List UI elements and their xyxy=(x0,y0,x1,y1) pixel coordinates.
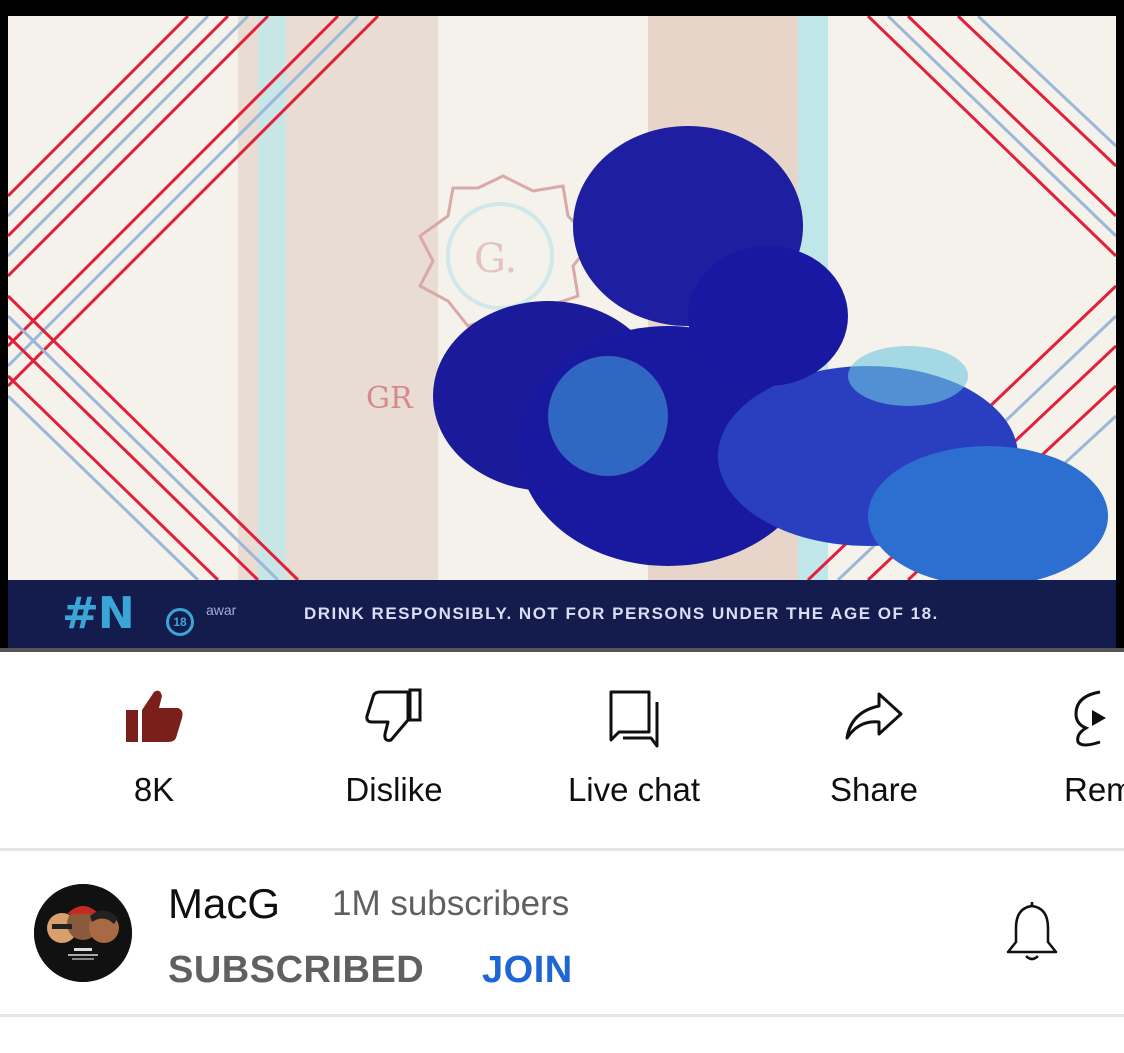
banner-hashtag: #N xyxy=(62,588,135,639)
share-label: Share xyxy=(829,771,919,808)
svg-text:GR: GR xyxy=(366,381,414,416)
section-divider xyxy=(0,848,1124,851)
share-arrow-icon xyxy=(843,688,905,749)
remix-label: Rem xyxy=(1064,771,1124,808)
video-thumbnail-image: G. GR xyxy=(8,16,1116,580)
share-button[interactable]: Share xyxy=(774,652,974,848)
thumbs-up-filled-icon xyxy=(124,688,184,749)
thumbs-down-icon xyxy=(364,688,424,749)
avatar-image xyxy=(34,884,132,982)
live-chat-button[interactable]: Live chat xyxy=(534,652,734,848)
join-button[interactable]: JOIN xyxy=(482,948,573,992)
remix-icon xyxy=(1070,688,1110,755)
banner-disclaimer: DRINK RESPONSIBLY. NOT FOR PERSONS UNDER… xyxy=(304,604,939,623)
live-chat-label: Live chat xyxy=(567,771,701,808)
svg-text:G.: G. xyxy=(474,236,517,282)
chat-icon xyxy=(607,688,661,755)
dislike-button[interactable]: Dislike xyxy=(294,652,494,848)
remix-button[interactable]: Rem xyxy=(1014,652,1124,848)
like-count: 8K xyxy=(133,771,175,808)
channel-avatar[interactable] xyxy=(34,884,132,982)
advertising-banner: #N 18 awar DRINK RESPONSIBLY. NOT FOR PE… xyxy=(8,580,1116,648)
subscriber-count: 1M subscribers xyxy=(332,884,570,923)
age-18-badge: 18 xyxy=(166,608,194,636)
section-divider-bottom xyxy=(0,1014,1124,1017)
banner-aware-text: awar xyxy=(206,602,237,618)
dislike-label: Dislike xyxy=(345,771,443,808)
notification-bell-button[interactable] xyxy=(1004,900,1060,969)
like-button[interactable]: 8K xyxy=(54,652,254,848)
action-bar: 8K Dislike Live chat Share Rem xyxy=(0,652,1124,848)
video-frame[interactable]: G. GR #N 18 awar DRINK RESPONSIBLY. NOT … xyxy=(8,16,1116,648)
bell-icon xyxy=(1004,902,1060,968)
subscribed-button[interactable]: SUBSCRIBED xyxy=(168,948,424,992)
channel-name[interactable]: MacG xyxy=(168,880,280,928)
video-player[interactable]: G. GR #N 18 awar DRINK RESPONSIBLY. NOT … xyxy=(0,0,1124,652)
